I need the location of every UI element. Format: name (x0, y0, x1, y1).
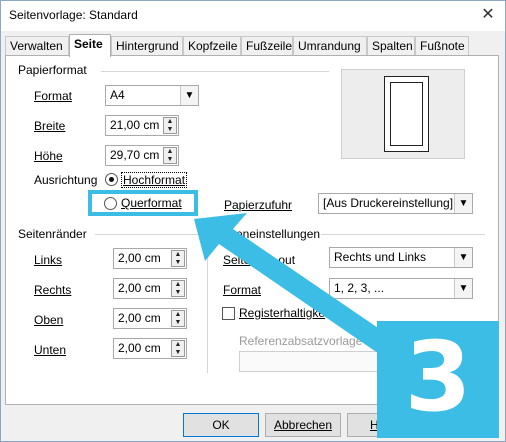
tab-seite[interactable]: Seite (69, 34, 111, 57)
step-number: 3 (404, 321, 472, 433)
page-style-dialog: Seitenvorlage: Standard ✕ Verwalten Seit… (0, 0, 506, 442)
